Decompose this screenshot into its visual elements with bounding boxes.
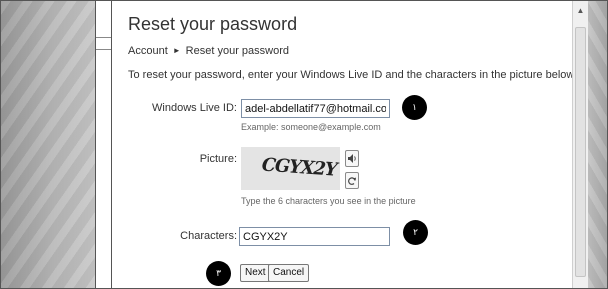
ledge-divider bbox=[95, 49, 111, 50]
scroll-up-icon[interactable]: ▲ bbox=[573, 3, 588, 17]
characters-input[interactable] bbox=[239, 227, 390, 246]
live-id-hint: Example: someone@example.com bbox=[241, 122, 381, 132]
refresh-icon[interactable] bbox=[345, 172, 359, 189]
reset-password-page: Reset your password Account ► Reset your p… bbox=[112, 1, 577, 288]
marker-two: ٢ bbox=[403, 220, 428, 245]
picture-hint: Type the 6 characters you see in the pic… bbox=[241, 196, 416, 206]
speaker-icon[interactable] bbox=[345, 150, 359, 167]
live-id-label: Windows Live ID: bbox=[152, 102, 237, 114]
instructions-text: To reset your password, enter your Windo… bbox=[128, 69, 577, 81]
frame-line bbox=[95, 1, 96, 288]
cancel-button[interactable]: Cancel bbox=[268, 264, 310, 282]
marker-three: ٣ bbox=[206, 261, 231, 286]
breadcrumb-current: Reset your password bbox=[185, 45, 289, 57]
scroll-thumb[interactable] bbox=[575, 27, 586, 277]
picture-label: Picture: bbox=[199, 153, 237, 165]
next-button[interactable]: Next bbox=[240, 264, 271, 282]
captcha-image: CGYX2Y bbox=[241, 147, 340, 190]
left-ledge-bottom bbox=[95, 49, 111, 288]
left-ledge-top bbox=[95, 1, 111, 37]
breadcrumb-account-link[interactable]: Account bbox=[128, 45, 168, 57]
breadcrumb: Account ► Reset your password bbox=[128, 45, 289, 57]
background-left bbox=[1, 1, 95, 288]
ledge-divider bbox=[95, 37, 111, 38]
screenshot-frame: Reset your password Account ► Reset your p… bbox=[0, 0, 608, 289]
vertical-scrollbar[interactable]: ▲ bbox=[572, 1, 588, 288]
captcha-text: CGYX2Y bbox=[258, 154, 340, 181]
page-title: Reset your password bbox=[128, 14, 298, 34]
marker-one: ١ bbox=[402, 95, 427, 120]
background-right bbox=[588, 1, 607, 288]
characters-label: Characters: bbox=[180, 230, 237, 242]
breadcrumb-separator-icon: ► bbox=[172, 46, 181, 55]
live-id-input[interactable] bbox=[241, 99, 390, 118]
